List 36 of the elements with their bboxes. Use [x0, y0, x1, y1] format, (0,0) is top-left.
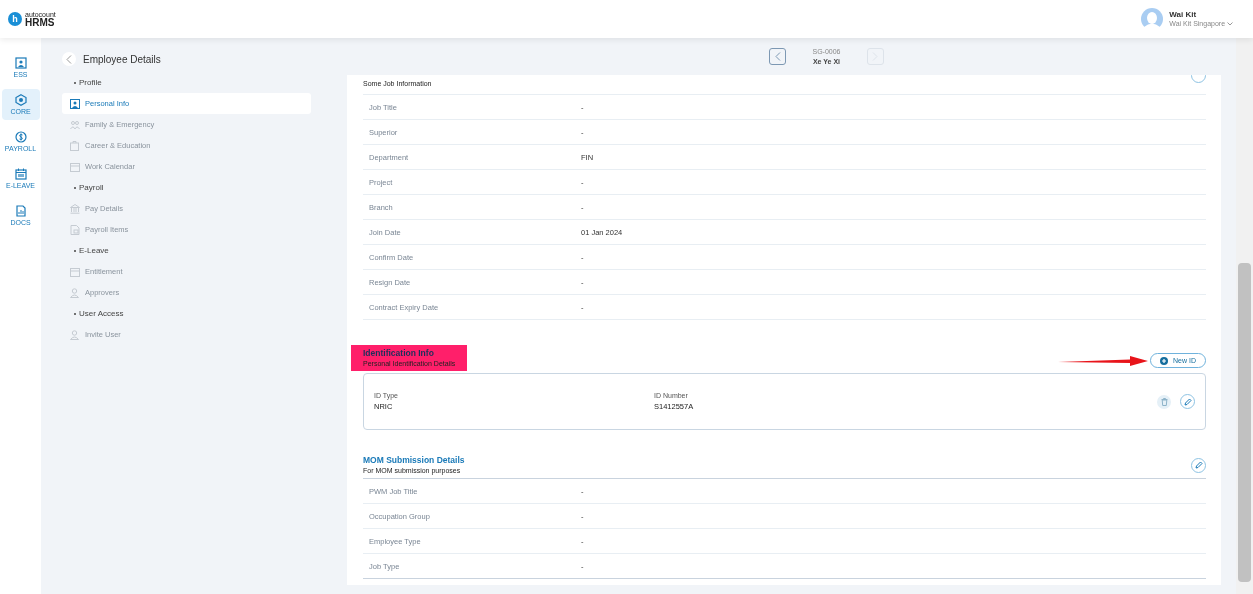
- user-name: Wai Kit: [1169, 10, 1198, 20]
- nav-icon: [70, 287, 80, 298]
- section-title: Identification Info: [363, 348, 435, 360]
- nav-icon: [70, 140, 80, 151]
- edit-button[interactable]: [1180, 394, 1195, 410]
- group-title: E-Leave: [62, 240, 347, 261]
- logo-title: HRMS: [25, 17, 55, 28]
- previous-button[interactable]: [769, 48, 787, 65]
- plus-icon[interactable]: [1160, 356, 1169, 365]
- nav-icon: [70, 119, 80, 130]
- section-title: MOM Submission Details: [363, 455, 465, 467]
- nav-icon: [70, 224, 80, 235]
- module-icon: [14, 205, 27, 217]
- module-icon: [14, 94, 27, 106]
- nav-icon: [70, 203, 80, 214]
- scrollbar-thumb[interactable]: [1238, 263, 1251, 582]
- chevron-left-icon[interactable]: [775, 52, 781, 61]
- module-icon: [14, 168, 27, 180]
- group-title: Payroll: [62, 177, 347, 198]
- nav-icon: [70, 329, 80, 340]
- nav-icon: [70, 98, 80, 109]
- back-icon[interactable]: [66, 54, 72, 64]
- edit-button[interactable]: [1191, 457, 1206, 473]
- module-icon: [14, 57, 27, 69]
- back-button[interactable]: [62, 52, 76, 66]
- pencil-icon[interactable]: [1183, 397, 1192, 406]
- module-icon: [14, 131, 27, 143]
- nav-icon: [70, 161, 80, 172]
- logo-mark: h: [8, 12, 22, 26]
- group-title: User Access: [62, 303, 347, 324]
- page-title: Employee Details: [83, 53, 161, 65]
- caret-icon[interactable]: [1227, 21, 1233, 26]
- group-title: Profile: [62, 72, 347, 93]
- avatar-icon[interactable]: [1141, 8, 1164, 30]
- pencil-icon[interactable]: [1194, 461, 1203, 470]
- nav-icon: [70, 266, 80, 277]
